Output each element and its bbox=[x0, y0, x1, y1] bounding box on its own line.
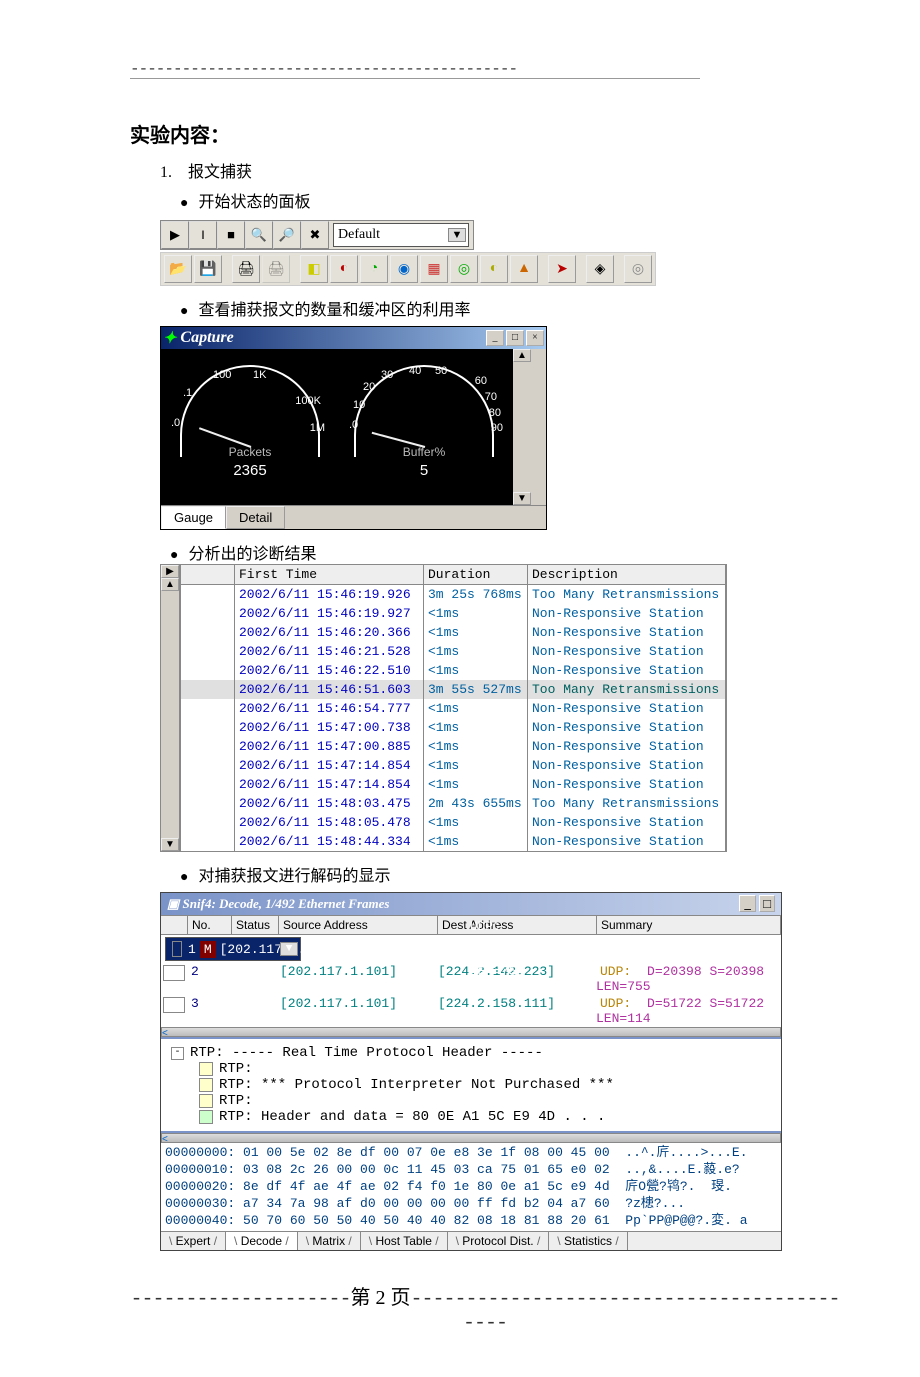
bullet-diag: 分析出的诊断结果 bbox=[170, 540, 840, 564]
protocol-tree: -RTP: ----- Real Time Protocol Header --… bbox=[161, 1037, 781, 1133]
capture-title: Capture bbox=[180, 329, 233, 347]
tab-host[interactable]: Host Table bbox=[361, 1232, 448, 1250]
play-button[interactable]: ▶ bbox=[161, 221, 189, 249]
packet-row[interactable]: 1M[202.117.1.101][224.2.142.223]UDP: D=2… bbox=[165, 937, 301, 961]
decode-title: Snif4: Decode, 1/492 Ethernet Frames bbox=[183, 896, 390, 911]
table-row[interactable]: 2002/6/11 15:46:22.510<1msNon-Responsive… bbox=[181, 661, 726, 680]
table-row[interactable]: 2002/6/11 15:47:00.885<1msNon-Responsive… bbox=[181, 737, 726, 756]
hex-dump: 00000000: 01 00 5e 02 8e df 00 07 0e e8 … bbox=[161, 1143, 781, 1231]
section-title: 实验内容： bbox=[130, 119, 840, 148]
stop-button[interactable]: ■ bbox=[217, 221, 245, 249]
diag-up[interactable]: ▲ bbox=[161, 578, 179, 591]
table-row[interactable]: 2002/6/11 15:47:00.738<1msNon-Responsive… bbox=[181, 718, 726, 737]
clear-button[interactable]: ✖ bbox=[301, 221, 329, 249]
diag-play[interactable]: ▶ bbox=[161, 565, 179, 578]
tool6-icon[interactable]: ◎ bbox=[450, 255, 478, 283]
find-button[interactable]: 🔍 bbox=[245, 221, 273, 249]
print-icon[interactable]: 🖨 bbox=[232, 255, 260, 283]
decode-icon: ▣ bbox=[167, 896, 179, 911]
diagnostic-table: First Time Duration Description 2002/6/1… bbox=[180, 564, 727, 852]
bottom-tabs: Expert Decode Matrix Host Table Protocol… bbox=[161, 1231, 781, 1250]
leaf-icon bbox=[199, 1062, 213, 1076]
maximize-button[interactable]: □ bbox=[506, 330, 524, 346]
leaf-icon bbox=[199, 1078, 213, 1092]
tool3-icon[interactable]: ◔ bbox=[360, 255, 388, 283]
tool5-icon[interactable]: ▦ bbox=[420, 255, 448, 283]
tool4-icon[interactable]: ◉ bbox=[390, 255, 418, 283]
tab-matrix[interactable]: Matrix bbox=[298, 1232, 361, 1250]
table-row[interactable]: 2002/6/11 15:48:05.478<1msNon-Responsive… bbox=[181, 813, 726, 832]
bullet-decode: 对捕获报文进行解码的显示 bbox=[180, 862, 840, 886]
col-src: Source Address bbox=[279, 916, 438, 934]
item-1: 1. 报文捕获 bbox=[160, 158, 840, 182]
close-button[interactable]: × bbox=[526, 330, 544, 346]
table-row[interactable]: 2002/6/11 15:46:19.9263m 25s 768msToo Ma… bbox=[181, 585, 726, 604]
tool9-icon[interactable]: ➤ bbox=[548, 255, 576, 283]
decode-window: ▣ Snif4: Decode, 1/492 Ethernet Frames _… bbox=[160, 892, 782, 1251]
col-duration: Duration bbox=[424, 565, 528, 584]
scroll-down[interactable]: ▼ bbox=[513, 492, 531, 505]
table-row[interactable]: 2002/6/11 15:48:03.4752m 43s 655msToo Ma… bbox=[181, 794, 726, 813]
col-description: Description bbox=[528, 565, 726, 584]
open-icon[interactable]: 📂 bbox=[164, 255, 192, 283]
icon-toolbar: 📂 💾 🖨 🖨 ◧ ◐ ◔ ◉ ▦ ◎ ◐ ▲ ➤ ◈ ◎ bbox=[160, 252, 656, 286]
table-row[interactable]: 2002/6/11 15:46:51.6033m 55s 527msToo Ma… bbox=[181, 680, 726, 699]
col-status: Status bbox=[232, 916, 279, 934]
capture-window: ✦Capture _□× .0 .1 100 1K 100K 1M Packet… bbox=[160, 326, 547, 530]
table-row[interactable]: 2002/6/11 15:47:14.854<1msNon-Responsive… bbox=[181, 756, 726, 775]
profile-select[interactable]: Default bbox=[333, 223, 469, 247]
page-footer: --------------------第 2 页---------------… bbox=[130, 1281, 840, 1335]
tab-gauge[interactable]: Gauge bbox=[161, 506, 226, 529]
table-row[interactable]: 2002/6/11 15:48:44.334<1msNon-Responsive… bbox=[181, 832, 726, 851]
scroll-up[interactable]: ▲ bbox=[513, 349, 531, 362]
collapse-icon[interactable]: - bbox=[171, 1047, 184, 1060]
diag-down[interactable]: ▼ bbox=[161, 838, 179, 851]
tool10-icon[interactable]: ◈ bbox=[586, 255, 614, 283]
tool7-icon[interactable]: ◐ bbox=[480, 255, 508, 283]
packet-row[interactable]: 3[202.117.1.101][224.2.158.111]UDP: D=51… bbox=[161, 995, 781, 1027]
tool2-icon[interactable]: ◐ bbox=[330, 255, 358, 283]
tool8-icon[interactable]: ▲ bbox=[510, 255, 538, 283]
tool1-icon[interactable]: ◧ bbox=[300, 255, 328, 283]
tab-stats[interactable]: Statistics bbox=[549, 1232, 627, 1250]
table-row[interactable]: 2002/6/11 15:47:14.854<1msNon-Responsive… bbox=[181, 775, 726, 794]
tab-expert[interactable]: Expert bbox=[161, 1232, 226, 1250]
decode-max[interactable]: □ bbox=[759, 895, 775, 912]
app-icon: ✦ bbox=[163, 328, 176, 348]
table-row[interactable]: 2002/6/11 15:46:19.927<1msNon-Responsive… bbox=[181, 604, 726, 623]
tab-detail[interactable]: Detail bbox=[226, 506, 285, 529]
tool11-icon[interactable]: ◎ bbox=[624, 255, 652, 283]
leaf-icon bbox=[199, 1110, 213, 1124]
find-next-button[interactable]: 🔎 bbox=[273, 221, 301, 249]
decode-min[interactable]: _ bbox=[739, 895, 756, 912]
playback-toolbar: ▶ ‖ ■ 🔍 🔎 ✖ Default bbox=[160, 220, 474, 250]
tab-protocol[interactable]: Protocol Dist. bbox=[448, 1232, 550, 1250]
bullet-start-panel: 开始状态的面板 bbox=[180, 188, 840, 212]
tab-decode[interactable]: Decode bbox=[226, 1232, 298, 1250]
pause-button[interactable]: ‖ bbox=[189, 221, 217, 249]
bullet-buffer: 查看捕获报文的数量和缓冲区的利用率 bbox=[180, 296, 840, 320]
col-no: No. bbox=[188, 916, 232, 934]
col-summary: Summary bbox=[597, 916, 781, 934]
buffer-gauge: .0 10 20 30 40 50 60 70 80 90 Buffer% 5 bbox=[339, 357, 509, 497]
col-first-time: First Time bbox=[235, 565, 424, 584]
save-icon[interactable]: 💾 bbox=[194, 255, 222, 283]
leaf-icon bbox=[199, 1094, 213, 1108]
packets-gauge: .0 .1 100 1K 100K 1M Packets 2365 bbox=[165, 357, 335, 497]
minimize-button[interactable]: _ bbox=[486, 330, 504, 346]
table-row[interactable]: 2002/6/11 15:46:54.777<1msNon-Responsive… bbox=[181, 699, 726, 718]
table-row[interactable]: 2002/6/11 15:46:20.366<1msNon-Responsive… bbox=[181, 623, 726, 642]
print-preview-icon[interactable]: 🖨 bbox=[262, 255, 290, 283]
table-row[interactable]: 2002/6/11 15:46:21.528<1msNon-Responsive… bbox=[181, 642, 726, 661]
